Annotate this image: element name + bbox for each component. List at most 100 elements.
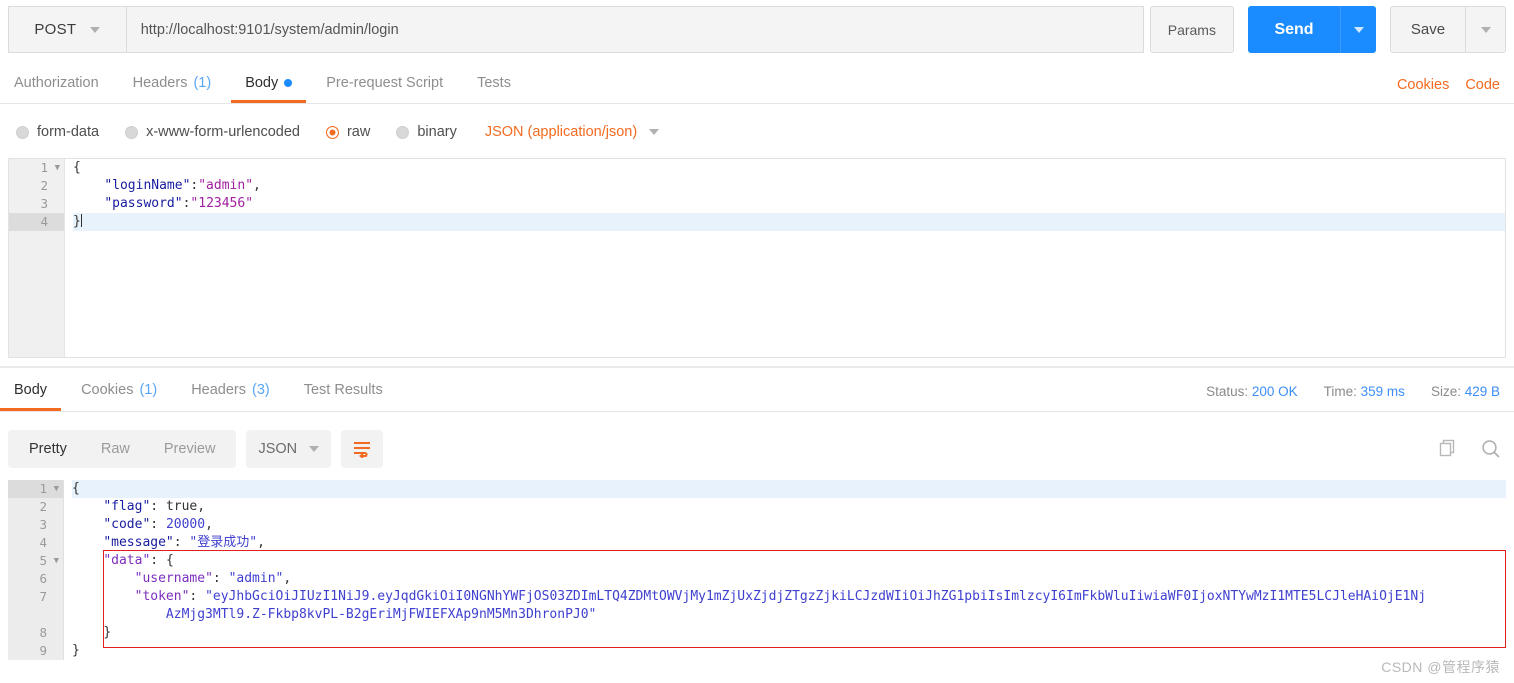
code-line: {	[72, 480, 1506, 498]
copy-button[interactable]	[1438, 439, 1458, 459]
params-button[interactable]: Params	[1149, 6, 1234, 53]
body-type-form-data[interactable]: form-data	[16, 124, 99, 140]
request-tabs-actions: Cookies Code	[1397, 66, 1500, 103]
code-token: {	[165, 553, 174, 568]
line-number: 1 ▼	[8, 480, 63, 498]
text-cursor	[80, 214, 82, 227]
tab-label: Body	[14, 382, 48, 398]
tab-headers[interactable]: Headers (1)	[119, 66, 226, 103]
body-type-urlencoded[interactable]: x-www-form-urlencoded	[125, 124, 300, 140]
tab-label: Headers	[132, 75, 188, 91]
body-type-raw[interactable]: raw	[325, 124, 370, 140]
line-number: 9	[39, 643, 47, 658]
request-body-code[interactable]: { "loginName":"admin", "password":"12345…	[65, 159, 1505, 357]
code-token: }	[103, 625, 112, 640]
view-mode-preview[interactable]: Preview	[147, 434, 233, 464]
code-token: "admin"	[228, 571, 284, 586]
code-link[interactable]: Code	[1465, 77, 1500, 93]
send-button[interactable]: Send	[1248, 6, 1340, 53]
tab-label: Headers	[191, 382, 246, 398]
save-options-button[interactable]	[1466, 6, 1506, 53]
fold-toggle-icon[interactable]: ▼	[54, 480, 59, 498]
watermark: CSDN @管程序猿	[1381, 659, 1500, 675]
tab-pre-request-script[interactable]: Pre-request Script	[312, 66, 457, 103]
wrap-lines-icon	[354, 442, 371, 458]
response-format-select[interactable]: JSON	[246, 430, 332, 468]
code-token: }	[73, 214, 81, 229]
tab-authorization[interactable]: Authorization	[0, 66, 113, 103]
search-button[interactable]	[1480, 438, 1502, 460]
radio-selected-icon	[325, 125, 339, 139]
code-token: "loginName"	[104, 178, 191, 193]
response-body-code: { "flag": true, "code": 20000, "message"…	[64, 480, 1506, 660]
code-token: "flag"	[103, 499, 151, 514]
view-mode-raw[interactable]: Raw	[84, 434, 147, 464]
tab-label: Test Results	[303, 382, 383, 398]
line-number: 4	[39, 535, 47, 550]
code-token: "登录成功"	[189, 535, 258, 550]
line-number: 2	[40, 178, 48, 193]
response-tab-body[interactable]: Body	[0, 372, 62, 411]
response-tab-cookies[interactable]: Cookies (1)	[67, 372, 171, 411]
time-label: Time:	[1323, 384, 1357, 399]
response-tab-test-results[interactable]: Test Results	[290, 372, 397, 411]
code-token: "token"	[134, 589, 190, 604]
response-toolbar-actions	[1438, 428, 1502, 470]
request-url-bar: POST http://localhost:9101/system/admin/…	[0, 0, 1514, 59]
time-value: 359 ms	[1360, 384, 1405, 399]
tab-tests[interactable]: Tests	[463, 66, 525, 103]
response-line-numbers: 1 ▼ 2 3 4 5 ▼ 6 7 8 9	[8, 480, 64, 660]
search-icon	[1482, 440, 1500, 458]
view-mode-pretty[interactable]: Pretty	[12, 434, 84, 464]
chevron-down-icon	[90, 26, 101, 33]
response-body-editor[interactable]: 1 ▼ 2 3 4 5 ▼ 6 7 8 9 { "flag": true, "c…	[8, 480, 1506, 660]
content-type-label: JSON (application/json)	[484, 124, 638, 140]
line-number: 4	[9, 213, 64, 231]
code-token: AzMjg3MTl9.Z-Fkbp8kvPL-B2gEriMjFWIEFXAp9…	[165, 607, 597, 622]
code-token: "123456"	[190, 196, 254, 211]
wrap-lines-button[interactable]	[341, 430, 384, 468]
time-group: Time: 359 ms	[1324, 384, 1405, 399]
request-body-editor[interactable]: 1 ▼ 2 3 4 { "loginName":"admin", "passwo…	[8, 158, 1506, 358]
body-type-binary[interactable]: binary	[396, 124, 457, 140]
line-number-text: 1	[39, 481, 47, 496]
tab-label: Pre-request Script	[326, 75, 444, 91]
code-token: true	[165, 499, 198, 514]
send-button-group: Send	[1248, 6, 1376, 53]
code-line: {	[73, 159, 1505, 177]
code-line: "data": {	[103, 553, 174, 568]
response-view-modes: Pretty Raw Preview	[8, 430, 237, 468]
tab-body[interactable]: Body	[231, 66, 307, 103]
code-token: "admin"	[198, 178, 254, 193]
postman-window: POST http://localhost:9101/system/admin/…	[0, 0, 1514, 683]
line-number: 3	[39, 517, 47, 532]
cookies-link[interactable]: Cookies	[1397, 77, 1449, 93]
line-number-text: 1	[40, 160, 48, 175]
send-options-button[interactable]	[1340, 6, 1376, 53]
radio-icon	[125, 125, 139, 139]
fold-toggle-icon[interactable]: ▼	[54, 552, 59, 570]
save-button-group: Save	[1390, 6, 1506, 53]
response-meta: Status: 200 OK Time: 359 ms Size: 429 B	[1206, 372, 1500, 411]
radio-icon	[16, 125, 29, 139]
pane-divider[interactable]	[0, 366, 1514, 368]
code-token: "username"	[134, 571, 213, 586]
tab-label: Cookies	[81, 382, 134, 398]
copy-icon	[1439, 439, 1455, 457]
http-method-select[interactable]: POST	[8, 6, 126, 53]
fold-toggle-icon[interactable]: ▼	[55, 159, 60, 177]
body-type-label: x-www-form-urlencoded	[146, 124, 300, 140]
code-line: }	[72, 642, 1506, 660]
response-tab-headers[interactable]: Headers (3)	[177, 372, 284, 411]
tab-count: (1)	[139, 382, 158, 398]
code-token: "password"	[104, 196, 183, 211]
url-input[interactable]: http://localhost:9101/system/admin/login	[125, 6, 1144, 53]
line-number: 7	[39, 589, 47, 604]
tab-label: Tests	[477, 75, 511, 91]
content-type-select[interactable]: JSON (application/json)	[484, 124, 660, 140]
size-label: Size:	[1430, 384, 1461, 399]
code-line-continuation: AzMjg3MTl9.Z-Fkbp8kvPL-B2gEriMjFWIEFXAp9…	[72, 606, 1506, 624]
tab-label: Authorization	[14, 75, 99, 91]
code-line: "token": "eyJhbGciOiJIUzI1NiJ9.eyJqdGkiO…	[134, 589, 1427, 604]
save-button[interactable]: Save	[1390, 6, 1466, 53]
